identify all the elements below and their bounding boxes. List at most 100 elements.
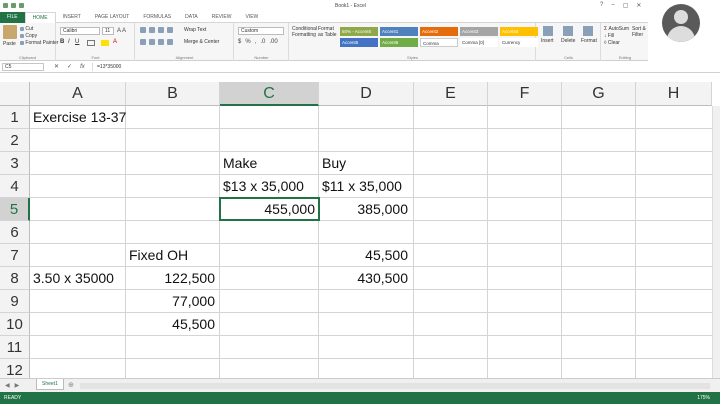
style-currency[interactable]: Currency [500,38,538,47]
row-header-11[interactable]: 11 [0,336,30,359]
column-header-e[interactable]: E [414,82,488,106]
align-middle-icon[interactable] [149,27,155,33]
help-icon[interactable]: ? [600,2,603,9]
align-bottom-icon[interactable] [158,27,164,33]
select-all-corner[interactable] [0,82,30,106]
fx-icon[interactable]: fx [80,63,85,71]
maximize-icon[interactable]: ▢ [623,2,629,9]
column-header-g[interactable]: G [562,82,636,106]
style-accent5[interactable]: Accent5 [340,38,378,47]
increase-decimal-icon[interactable]: .0 [260,39,265,45]
row-header-3[interactable]: 3 [0,152,30,175]
style-accent2[interactable]: Accent2 [420,27,458,36]
fill-color-icon[interactable] [101,40,109,46]
style-60-accent6[interactable]: 60% - Accent6 [340,27,378,36]
font-grow-icon[interactable]: A A [117,28,126,34]
style-accent4[interactable]: Accent4 [500,27,538,36]
sheet-prev-icon[interactable]: ◀ [5,382,10,389]
cell-d7[interactable]: 45,500 [319,245,411,265]
cell-b8[interactable]: 122,500 [126,268,218,288]
paste-button[interactable]: Paste [3,41,16,47]
bold-icon[interactable]: B [60,39,64,45]
zoom-level[interactable]: 175% [697,395,710,401]
tab-review[interactable]: REVIEW [205,12,239,23]
row-header-12[interactable]: 12 [0,359,30,378]
column-header-c[interactable]: C [220,82,319,106]
sheet-next-icon[interactable]: ▶ [15,382,20,389]
cut-button[interactable]: Cut [20,26,33,32]
decrease-decimal-icon[interactable]: .00 [269,39,277,45]
column-header-f[interactable]: F [488,82,562,106]
merge-center-button[interactable]: Merge & Center [184,39,219,45]
align-right-icon[interactable] [158,39,164,45]
cell-a8[interactable]: 3.50 x 35000 [30,268,117,288]
cell-c4[interactable]: $13 x 35,000 [220,176,307,196]
fill-button[interactable]: ↓ Fill [604,33,614,39]
minimize-icon[interactable]: – [611,2,614,9]
borders-icon[interactable] [87,40,95,46]
tab-formulas[interactable]: FORMULAS [136,12,178,23]
cell-b10[interactable]: 45,500 [126,314,218,334]
delete-button[interactable]: Delete [561,38,575,44]
tab-home[interactable]: HOME [24,12,56,23]
comma-icon[interactable]: , [255,39,257,45]
row-header-10[interactable]: 10 [0,313,30,336]
save-icon[interactable] [3,3,8,8]
formula-input[interactable]: =13*35000 [92,63,717,71]
underline-icon[interactable]: U [75,39,79,45]
column-header-d[interactable]: D [319,82,414,106]
row-header-5[interactable]: 5 [0,198,30,221]
tab-view[interactable]: VIEW [238,12,265,23]
tab-file[interactable]: FILE [0,12,25,23]
paste-icon[interactable] [3,25,17,39]
font-name-select[interactable]: Calibri [60,27,100,35]
cell-d5[interactable]: 385,000 [319,199,411,219]
row-header-2[interactable]: 2 [0,129,30,152]
column-header-b[interactable]: B [126,82,220,106]
cell-d4[interactable]: $11 x 35,000 [319,176,405,196]
font-color-icon[interactable]: A [113,39,117,45]
row-header-7[interactable]: 7 [0,244,30,267]
indent-icon[interactable] [167,39,173,45]
copy-button[interactable]: Copy [20,33,37,39]
cell-a1[interactable]: Exercise 13-37 [30,107,129,127]
tab-data[interactable]: DATA [178,12,205,23]
row-header-9[interactable]: 9 [0,290,30,313]
column-header-h[interactable]: H [636,82,712,106]
currency-icon[interactable]: $ [238,39,241,45]
row-header-8[interactable]: 8 [0,267,30,290]
percent-icon[interactable]: % [245,39,250,45]
row-header-1[interactable]: 1 [0,106,30,129]
wrap-text-button[interactable]: Wrap Text [184,27,206,33]
clear-button[interactable]: ◊ Clear [604,40,620,46]
insert-button[interactable]: Insert [541,38,554,44]
align-top-icon[interactable] [140,27,146,33]
style-comma-0[interactable]: Comma [0] [460,38,498,47]
close-icon[interactable]: ✕ [636,2,641,9]
style-accent6[interactable]: Accent6 [380,38,418,47]
sheet-tab-sheet1[interactable]: Sheet1 [36,379,64,390]
tab-page-layout[interactable]: PAGE LAYOUT [88,12,137,23]
orientation-icon[interactable] [167,27,173,33]
format-cells-icon[interactable] [583,26,593,36]
number-format-select[interactable]: Custom [238,27,284,35]
style-comma[interactable]: Comma [420,38,458,47]
align-center-icon[interactable] [149,39,155,45]
redo-icon[interactable] [19,3,24,8]
cell-d8[interactable]: 430,500 [319,268,411,288]
cell-b7[interactable]: Fixed OH [126,245,191,265]
horizontal-scrollbar[interactable] [80,383,710,389]
cell-d3[interactable]: Buy [319,153,349,173]
column-header-a[interactable]: A [30,82,126,106]
add-sheet-icon[interactable]: ⊕ [68,381,74,389]
row-header-6[interactable]: 6 [0,221,30,244]
format-as-table-button[interactable]: Format as Table [318,26,338,38]
style-accent3[interactable]: Accent3 [460,27,498,36]
format-button[interactable]: Format [581,38,597,44]
delete-cells-icon[interactable] [563,26,573,36]
autosum-button[interactable]: Σ AutoSum [604,26,629,32]
insert-cells-icon[interactable] [543,26,553,36]
conditional-formatting-button[interactable]: Conditional Formatting [292,26,317,38]
cancel-icon[interactable]: ✕ [54,63,59,71]
undo-icon[interactable] [11,3,16,8]
